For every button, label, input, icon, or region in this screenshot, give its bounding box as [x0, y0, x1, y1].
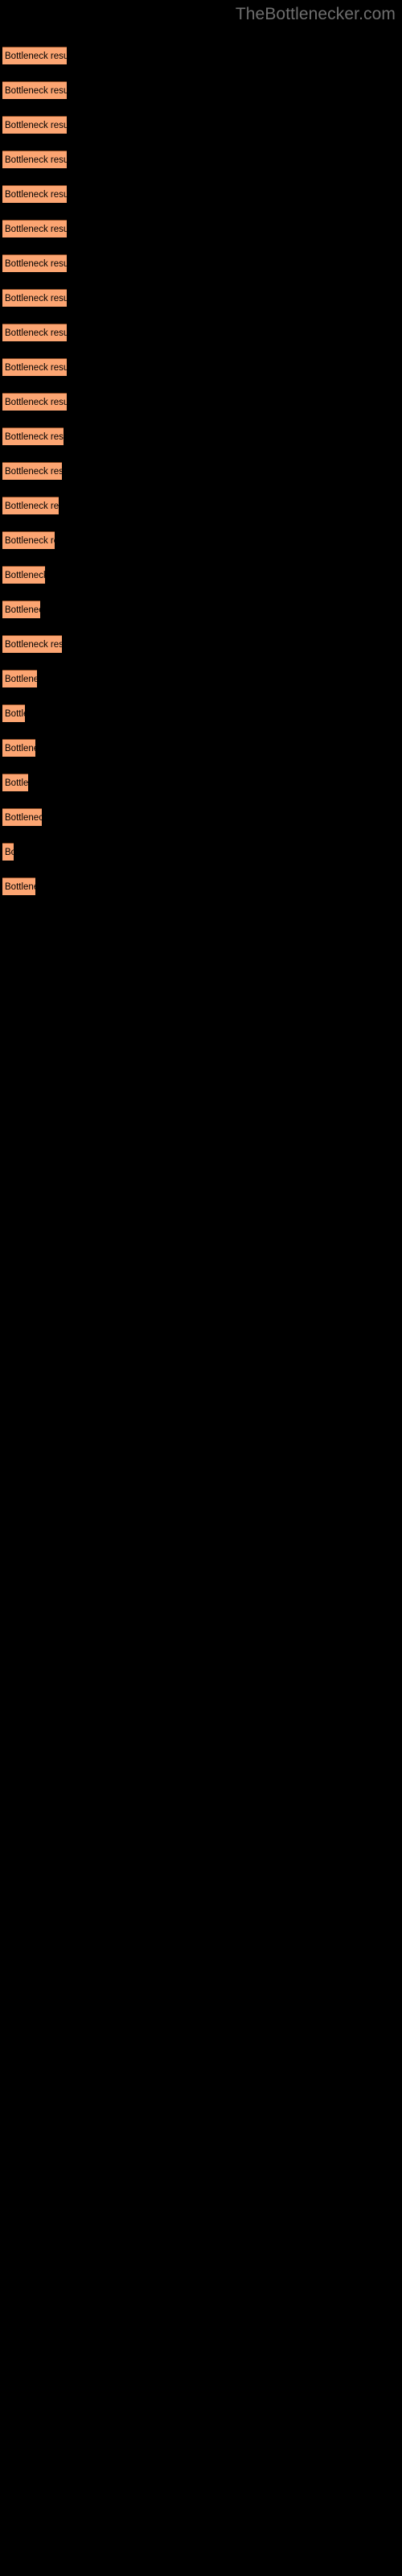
bar-label: Bottleneck result	[5, 121, 67, 130]
bottleneck-result-bar[interactable]: Bottleneck result	[2, 635, 62, 653]
bottleneck-result-bar[interactable]: Bottleneck result	[2, 497, 59, 514]
bottleneck-result-bar[interactable]: Bottleneck result	[2, 220, 67, 237]
bottleneck-result-bar[interactable]: Bottleneck result	[2, 358, 67, 376]
bar-label: Bottleneck result	[5, 813, 42, 823]
bottleneck-result-bar[interactable]: Bottleneck result	[2, 808, 42, 826]
bar-label: Bottleneck result	[5, 225, 67, 234]
bar-label: Bottleneck result	[5, 709, 25, 719]
bar-label: Bottleneck result	[5, 675, 37, 684]
bar-label: Bottleneck result	[5, 605, 40, 615]
bar-label: Bottleneck result	[5, 86, 67, 96]
bar-label: Bottleneck result	[5, 398, 67, 407]
bar-label: Bottleneck result	[5, 259, 67, 269]
bottleneck-result-bar[interactable]: Bottleneck result	[2, 843, 14, 861]
bottleneck-result-bar[interactable]: Bottleneck result	[2, 566, 45, 584]
bar-label: Bottleneck result	[5, 294, 67, 303]
bottleneck-result-bar[interactable]: Bottleneck result	[2, 877, 35, 895]
bottleneck-result-bar[interactable]: Bottleneck result	[2, 739, 35, 757]
bar-label: Bottleneck result	[5, 502, 59, 511]
bar-label: Bottleneck result	[5, 328, 67, 338]
bar-label: Bottleneck result	[5, 571, 45, 580]
bottleneck-result-bar[interactable]: Bottleneck result	[2, 81, 67, 99]
bar-label: Bottleneck result	[5, 848, 14, 857]
bar-label: Bottleneck result	[5, 744, 35, 753]
bottleneck-result-bar[interactable]: Bottleneck result	[2, 254, 67, 272]
bar-label: Bottleneck result	[5, 155, 67, 165]
bottleneck-result-bar[interactable]: Bottleneck result	[2, 774, 28, 791]
bottleneck-result-bar[interactable]: Bottleneck result	[2, 289, 67, 307]
bottleneck-result-bar[interactable]: Bottleneck result	[2, 185, 67, 203]
bar-label: Bottleneck result	[5, 882, 35, 892]
bottleneck-result-bar[interactable]: Bottleneck result	[2, 601, 40, 618]
bottleneck-result-bar[interactable]: Bottleneck result	[2, 704, 25, 722]
bottleneck-result-bar[interactable]: Bottleneck result	[2, 116, 67, 134]
bottleneck-result-bar[interactable]: Bottleneck result	[2, 47, 67, 64]
bar-label: Bottleneck result	[5, 640, 62, 650]
bottleneck-result-bar[interactable]: Bottleneck result	[2, 462, 62, 480]
bar-label: Bottleneck result	[5, 536, 55, 546]
bottleneck-bar-chart: Bottleneck result Bottleneck result Bottle…	[0, 0, 402, 2576]
bar-label: Bottleneck result	[5, 432, 64, 442]
bar-label: Bottleneck result	[5, 190, 67, 200]
bar-label: Bottleneck result	[5, 52, 67, 61]
bottleneck-result-bar[interactable]: Bottleneck result	[2, 670, 37, 687]
bottleneck-result-bar[interactable]: Bottleneck result	[2, 427, 64, 445]
bottleneck-result-bar[interactable]: Bottleneck result	[2, 151, 67, 168]
bottleneck-result-bar[interactable]: Bottleneck result	[2, 324, 67, 341]
bottleneck-result-bar[interactable]: Bottleneck result	[2, 393, 67, 411]
bar-label: Bottleneck result	[5, 778, 28, 788]
bar-label: Bottleneck result	[5, 363, 67, 373]
bar-label: Bottleneck result	[5, 467, 62, 477]
bottleneck-result-bar[interactable]: Bottleneck result	[2, 531, 55, 549]
